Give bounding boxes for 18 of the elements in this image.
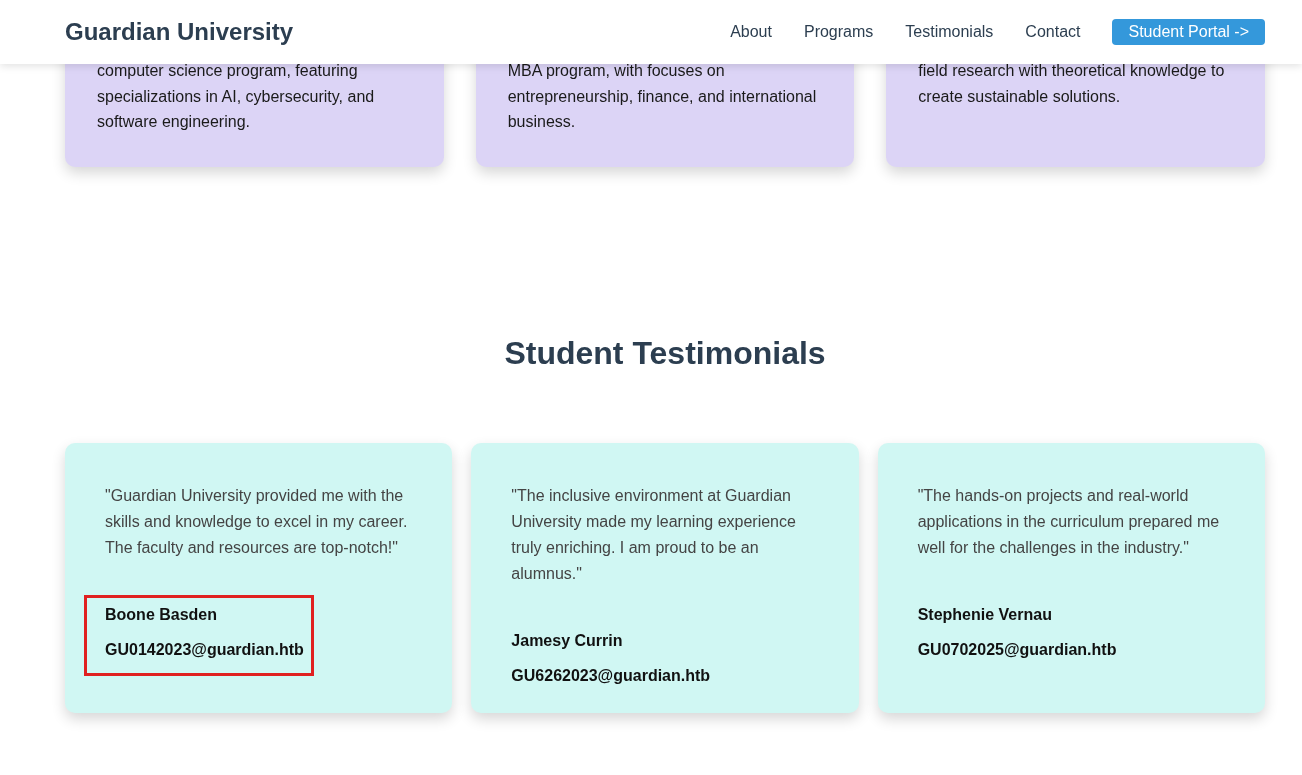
- author-name: Boone Basden: [105, 604, 218, 625]
- nav-link[interactable]: Programs: [803, 22, 874, 42]
- nav-link[interactable]: About: [730, 22, 772, 42]
- testimonial-quote: "The hands-on projects and real-world applications in the curriculum prepared me well for the challenges in the industry.": [917, 485, 1221, 558]
- section-heading: Student Testimonials: [503, 334, 827, 372]
- author-email: GU6262023@guardian.htb: [511, 665, 711, 686]
- nav-link[interactable]: Testimonials: [905, 22, 994, 42]
- program-description: field research with theoretical knowledge to create sustainable solutions.: [918, 61, 1226, 107]
- testimonial-quote: "The inclusive environment at Guardian University made my learning experience truly enriching. I am proud to be an alumnus.": [511, 485, 797, 584]
- author-email: GU0702025@guardian.htb: [917, 639, 1117, 660]
- author-name: Jamesy Currin: [511, 630, 624, 651]
- testimonial-quote: "Guardian University provided me with the skills and knowledge to excel in my career. The faculty and resources are top-notch!": [105, 485, 409, 558]
- program-description: MBA program, with focuses on entrepreneurship, finance, and international business.: [507, 61, 818, 133]
- site-title[interactable]: Guardian University: [65, 18, 294, 46]
- nav-link[interactable]: Contact: [1025, 22, 1081, 42]
- program-description: computer science program, featuring specializations in AI, cybersecurity, and software engineering.: [97, 61, 376, 133]
- author-name: Stephenie Vernau: [917, 604, 1053, 625]
- author-email: GU0142023@guardian.htb: [105, 639, 304, 660]
